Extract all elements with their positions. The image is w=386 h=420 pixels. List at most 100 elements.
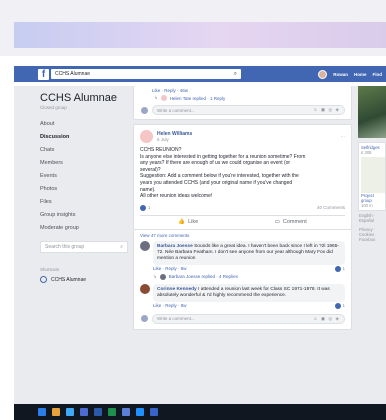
comment-reactions[interactable]: 1 (335, 265, 345, 272)
prev-comment-actions[interactable]: Like · Reply · 46w (140, 88, 345, 93)
top-search-input[interactable]: CCHS Alumnae ⌕ (51, 69, 241, 79)
sidebar-item-chats[interactable]: Chats (40, 144, 128, 157)
sidebar-item-moderate-group[interactable]: Moderate group (40, 222, 128, 235)
post-line: Is anyone else interested in getting tog… (140, 153, 306, 160)
emoji-icon[interactable]: ☺ ▣ ◎ ◈ (313, 316, 340, 322)
avatar[interactable] (140, 283, 150, 294)
comments-section: View 47 more comments Barbara Joesse Sou… (133, 229, 352, 330)
comment-bubble: Corinne Kennedy I attended a reunion las… (153, 283, 345, 302)
reaction-summary[interactable]: 1 (140, 204, 151, 211)
start-icon[interactable] (38, 408, 46, 416)
facebook-logo[interactable]: f (38, 68, 49, 80)
prev-reply-row[interactable]: ↳ Helen Tate replied · 1 Reply (140, 95, 345, 101)
sidebar-item-photos[interactable]: Photos (40, 183, 128, 196)
find-friends-link[interactable]: Find (373, 72, 383, 77)
sidebar-item-members[interactable]: Members (40, 157, 128, 170)
user-name-link[interactable]: Rowan (333, 72, 348, 77)
sidebar-item-discussion[interactable]: Discussion (40, 131, 128, 144)
os-taskbar (14, 404, 386, 420)
avatar (159, 273, 166, 280)
group-sidebar: CCHS Alumnae Closed group About Discussi… (40, 92, 128, 392)
sidebar-item-files[interactable]: Files (40, 196, 128, 209)
comment-actions[interactable]: Like · Reply · 8w (153, 266, 187, 271)
shortcut-item[interactable]: CCHS Alumnae (40, 276, 128, 283)
like-button[interactable]: 👍 Like (178, 219, 198, 225)
like-reaction-icon (140, 204, 146, 211)
footer-links[interactable]: Privacy · Cookies · Faceboo (358, 225, 386, 244)
comment-input[interactable]: Write a comment... ☺ ▣ ◎ ◈ (152, 313, 345, 324)
comment-composer: Write a comment... ☺ ▣ ◎ ◈ (140, 313, 345, 324)
group-privacy: Closed group (40, 105, 67, 110)
comment-meta: Like · Reply · 8w 1 (153, 302, 345, 309)
browser-icon[interactable] (66, 408, 74, 416)
more-options-icon[interactable]: ··· (341, 134, 346, 139)
group-cover-photo[interactable] (358, 86, 386, 138)
like-label: Like (188, 219, 199, 226)
like-reaction-icon (335, 265, 342, 272)
comment-actions[interactable]: Like · Reply · 8w (153, 303, 187, 308)
suggested-subtitle: £ 308 (361, 150, 372, 155)
comment-item: Barbara Joesse Sounds like a great idea.… (140, 240, 345, 280)
search-icon: ⌕ (120, 244, 123, 250)
emoji-icon[interactable]: ☺ ▣ ◎ ◈ (313, 107, 340, 113)
sidebar-item-about[interactable]: About (40, 118, 128, 131)
post-line: several)? (140, 166, 161, 173)
shortcuts-heading: Shortcuts (40, 267, 60, 272)
file-explorer-icon[interactable] (52, 408, 60, 416)
user-avatar[interactable] (318, 69, 328, 79)
mail-icon[interactable] (80, 408, 88, 416)
edge-icon[interactable] (136, 408, 144, 416)
search-icon[interactable]: ⌕ (234, 71, 237, 78)
post-actions: 👍 Like ▭ Comment (140, 214, 345, 229)
top-search-value: CCHS Alumnae (55, 71, 91, 77)
reply-row[interactable]: ↳ Barbara Joesse replied · 4 Replies (153, 273, 345, 280)
comment-author[interactable]: Barbara Joesse (157, 244, 193, 249)
comment-label: Comment (282, 219, 307, 226)
view-more-comments[interactable]: View 47 more comments (140, 233, 345, 238)
comment-placeholder: Write a comment... (157, 107, 195, 113)
group-search-placeholder: Search this group (45, 244, 85, 250)
comment-author[interactable]: Corinne Kennedy (157, 287, 197, 292)
group-icon (40, 276, 47, 283)
comment-count[interactable]: 40 Comments (317, 205, 345, 210)
thumbs-up-icon: 👍 (178, 219, 186, 226)
group-name[interactable]: CCHS Alumnae (40, 92, 128, 104)
excel-icon[interactable] (108, 408, 116, 416)
home-link[interactable]: Home (354, 72, 367, 77)
word-icon[interactable] (94, 408, 102, 416)
comment-reactions[interactable]: 1 (335, 302, 345, 309)
avatar (140, 314, 149, 324)
comment-reaction-count: 1 (342, 303, 345, 309)
sidebar-item-group-insights[interactable]: Group insights (40, 209, 128, 222)
comment-item: Corinne Kennedy I attended a reunion las… (140, 283, 345, 309)
comment-button[interactable]: ▭ Comment (275, 219, 307, 225)
facebook-top-bar: f CCHS Alumnae ⌕ Rowan Home Find (14, 66, 386, 82)
post-card: Helen Williams 6 July ··· CCHS REUNION? … (133, 124, 352, 230)
prev-reply-text: Helen Tate replied · 1 Reply (169, 95, 226, 101)
previous-post-tail: Like · Reply · 46w ↳ Helen Tate replied … (133, 86, 352, 120)
photos-icon[interactable] (122, 408, 130, 416)
suggested-title-2: Project group (361, 193, 375, 203)
store-icon[interactable] (150, 408, 158, 416)
post-body: CCHS REUNION? Is anyone else interested … (140, 147, 345, 200)
post-line: any years? If there are enough of us we … (140, 160, 291, 167)
shortcut-label: CCHS Alumnae (51, 276, 87, 283)
suggested-card[interactable]: Selfridges £ 308 Project group 100 m (358, 142, 386, 211)
sidebar-item-events[interactable]: Events (40, 170, 128, 183)
avatar[interactable] (140, 240, 150, 251)
post-date[interactable]: 6 July (157, 137, 192, 142)
language-links[interactable]: English · Español (358, 211, 386, 225)
post-line: years you attended CCHS (and your origin… (140, 179, 293, 186)
post-header: Helen Williams 6 July ··· (140, 130, 345, 143)
group-search-input[interactable]: Search this group ⌕ (40, 241, 128, 253)
suggested-subtitle-2: 100 m (361, 203, 373, 208)
comment-input[interactable]: Write a comment... ☺ ▣ ◎ ◈ (152, 105, 345, 115)
comment-icon: ▭ (274, 219, 280, 226)
comment-placeholder: Write a comment... (157, 316, 195, 322)
avatar (140, 105, 149, 115)
avatar[interactable] (140, 130, 153, 143)
reply-arrow-icon: ↳ (154, 95, 158, 100)
top-nav: Rowan Home Find (318, 69, 386, 79)
like-reaction-icon (335, 302, 342, 309)
map-thumbnail (361, 157, 385, 193)
